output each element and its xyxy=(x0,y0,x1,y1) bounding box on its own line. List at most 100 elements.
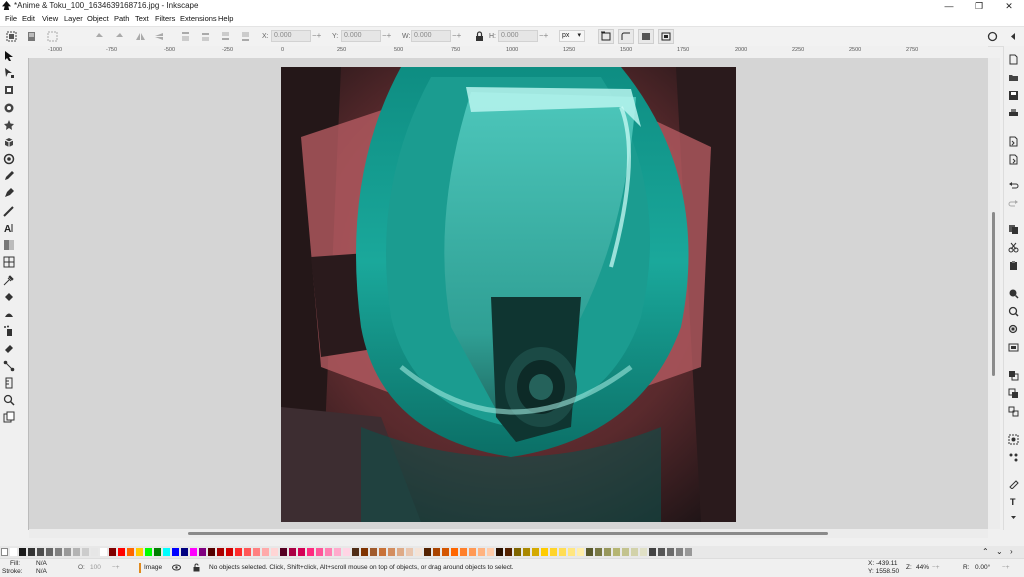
rotate-field[interactable]: 0.00° xyxy=(975,564,990,572)
color-swatch[interactable] xyxy=(127,548,134,556)
zoom-tool-icon[interactable] xyxy=(3,394,15,406)
color-swatch[interactable] xyxy=(82,548,89,556)
color-swatch[interactable] xyxy=(415,548,422,556)
color-swatch[interactable] xyxy=(64,548,71,556)
menu-extensions[interactable]: Extensions xyxy=(180,12,217,26)
pencil-tool-icon[interactable] xyxy=(3,170,15,182)
scale-stroke-button[interactable] xyxy=(598,29,614,44)
vertical-scroll-thumb[interactable] xyxy=(992,212,995,376)
color-swatch[interactable] xyxy=(658,548,665,556)
lower-icon[interactable] xyxy=(220,31,231,42)
menu-object[interactable]: Object xyxy=(87,12,109,26)
rotate-cw-icon[interactable] xyxy=(114,31,125,42)
open-folder-icon[interactable] xyxy=(1008,72,1019,83)
color-swatch[interactable] xyxy=(685,548,692,556)
color-swatch[interactable] xyxy=(397,548,404,556)
color-swatch[interactable] xyxy=(451,548,458,556)
new-document-icon[interactable] xyxy=(1008,54,1019,65)
menu-view[interactable]: View xyxy=(42,12,58,26)
menu-path[interactable]: Path xyxy=(114,12,129,26)
cut-icon[interactable] xyxy=(1008,242,1019,253)
horizontal-scrollbar[interactable] xyxy=(29,529,988,538)
chevron-down-icon[interactable]: ⌄ xyxy=(996,546,1003,558)
color-swatch[interactable] xyxy=(325,548,332,556)
menu-filters[interactable]: Filters xyxy=(155,12,175,26)
w-field[interactable]: 0.000 xyxy=(411,30,451,42)
import-icon[interactable] xyxy=(1008,136,1019,147)
color-swatch[interactable] xyxy=(28,548,35,556)
fill-value[interactable]: N/A xyxy=(36,560,47,568)
selector-tool-icon[interactable] xyxy=(3,50,15,62)
color-swatch[interactable] xyxy=(361,548,368,556)
unlink-clone-icon[interactable] xyxy=(1008,406,1019,417)
h-stepper[interactable]: −+ xyxy=(539,31,548,41)
color-swatch[interactable] xyxy=(55,548,62,556)
undo-icon[interactable] xyxy=(1008,180,1019,191)
deselect-icon[interactable] xyxy=(47,31,58,42)
print-icon[interactable] xyxy=(1008,108,1019,119)
color-swatch[interactable] xyxy=(478,548,485,556)
color-swatch[interactable] xyxy=(487,548,494,556)
color-swatch[interactable] xyxy=(298,548,305,556)
eye-icon[interactable] xyxy=(172,563,181,572)
vertical-scrollbar[interactable] xyxy=(988,58,1000,529)
color-swatch[interactable] xyxy=(469,548,476,556)
color-swatch[interactable] xyxy=(649,548,656,556)
select-all-layers-icon[interactable] xyxy=(26,31,37,42)
color-swatch[interactable] xyxy=(541,548,548,556)
color-swatch[interactable] xyxy=(235,548,242,556)
color-swatch[interactable] xyxy=(667,548,674,556)
color-swatch[interactable] xyxy=(19,548,26,556)
color-swatch[interactable] xyxy=(118,548,125,556)
palette-menu-icon[interactable]: › xyxy=(1010,546,1013,558)
color-swatch[interactable] xyxy=(217,548,224,556)
menu-help[interactable]: Help xyxy=(218,12,233,26)
y-stepper[interactable]: −+ xyxy=(382,31,391,41)
node-tool-icon[interactable] xyxy=(3,67,15,79)
color-swatch[interactable] xyxy=(280,548,287,556)
rotate-stepper[interactable]: −+ xyxy=(1002,564,1010,572)
color-swatch[interactable] xyxy=(289,548,296,556)
raise-icon[interactable] xyxy=(200,31,211,42)
maximize-button[interactable]: ❐ xyxy=(964,0,994,12)
zoom-selection-icon[interactable] xyxy=(1008,288,1019,299)
calligraphy-tool-icon[interactable] xyxy=(3,205,15,217)
color-swatch[interactable] xyxy=(505,548,512,556)
y-field[interactable]: 0.000 xyxy=(341,30,381,42)
redo-icon[interactable] xyxy=(1008,198,1019,209)
copy-icon[interactable] xyxy=(1008,224,1019,235)
color-swatch[interactable] xyxy=(559,548,566,556)
dropper-tool-icon[interactable] xyxy=(3,274,15,286)
color-swatch[interactable] xyxy=(352,548,359,556)
color-swatch[interactable] xyxy=(46,548,53,556)
color-swatch[interactable] xyxy=(550,548,557,556)
mesh-tool-icon[interactable] xyxy=(3,256,15,268)
lower-to-bottom-icon[interactable] xyxy=(240,31,251,42)
color-swatch[interactable] xyxy=(424,548,431,556)
duplicate-icon[interactable] xyxy=(1008,370,1019,381)
group-icon[interactable] xyxy=(1008,434,1019,445)
color-swatch[interactable] xyxy=(514,548,521,556)
scale-corners-button[interactable] xyxy=(618,29,634,44)
no-paint-swatch[interactable] xyxy=(1,548,8,556)
gradient-tool-icon[interactable] xyxy=(3,239,15,251)
opacity-value[interactable]: 100 xyxy=(90,564,101,572)
measure-tool-icon[interactable] xyxy=(3,377,15,389)
fill-stroke-icon[interactable] xyxy=(1008,478,1019,489)
color-swatch[interactable] xyxy=(163,548,170,556)
text-font-icon[interactable]: T xyxy=(1008,496,1019,507)
color-swatch[interactable] xyxy=(577,548,584,556)
rotate-ccw-icon[interactable] xyxy=(94,31,105,42)
paste-icon[interactable] xyxy=(1008,260,1019,271)
3d-box-tool-icon[interactable] xyxy=(3,136,15,148)
horizontal-scroll-thumb[interactable] xyxy=(188,532,828,535)
color-swatch[interactable] xyxy=(460,548,467,556)
spiral-tool-icon[interactable] xyxy=(3,153,15,165)
color-swatch[interactable] xyxy=(631,548,638,556)
color-swatch[interactable] xyxy=(307,548,314,556)
menu-edit[interactable]: Edit xyxy=(22,12,35,26)
zoom-page-icon[interactable] xyxy=(1008,324,1019,335)
color-swatch[interactable] xyxy=(568,548,575,556)
h-field[interactable]: 0.000 xyxy=(498,30,538,42)
color-swatch[interactable] xyxy=(622,548,629,556)
